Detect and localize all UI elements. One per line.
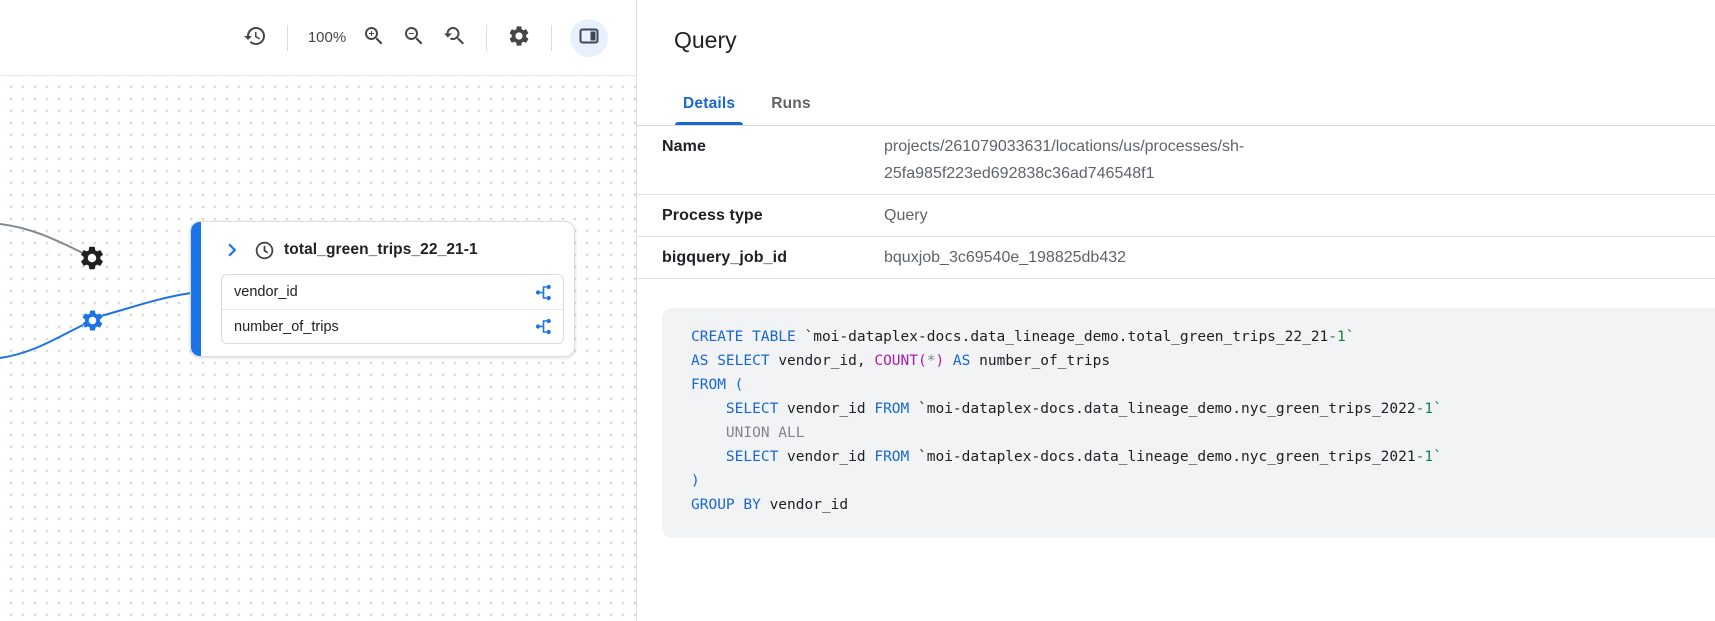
node-accent-bar bbox=[191, 222, 201, 356]
settings-button[interactable] bbox=[499, 18, 539, 58]
panel-title: Query bbox=[637, 0, 1715, 54]
tab-details[interactable]: Details bbox=[665, 82, 753, 125]
chevron-right-icon bbox=[219, 251, 245, 266]
zoom-out-icon bbox=[402, 24, 426, 51]
zoom-in-button[interactable] bbox=[354, 18, 394, 58]
field-label: vendor_id bbox=[234, 284, 298, 300]
zoom-level-label: 100% bbox=[300, 29, 354, 46]
gear-icon bbox=[80, 321, 105, 336]
detail-label: Process type bbox=[662, 202, 884, 229]
toolbar-divider bbox=[287, 25, 288, 51]
field-lineage-icon[interactable] bbox=[534, 283, 553, 302]
sql-code-line: FROM ( bbox=[691, 373, 1695, 397]
query-process-icon bbox=[254, 240, 275, 261]
sql-code-line: ) bbox=[691, 469, 1695, 493]
field-lineage-icon[interactable] bbox=[534, 317, 553, 336]
detail-row: Name projects/261079033631/locations/us/… bbox=[637, 126, 1715, 195]
zoom-reset-button[interactable] bbox=[434, 18, 474, 58]
edge-blue-out bbox=[101, 293, 191, 316]
detail-value: bquxjob_3c69540e_198825db432 bbox=[884, 244, 1126, 271]
process-gear-node-selected[interactable] bbox=[80, 308, 105, 333]
zoom-in-icon bbox=[362, 24, 386, 51]
gear-icon bbox=[507, 24, 531, 51]
detail-row: bigquery_job_id bquxjob_3c69540e_198825d… bbox=[637, 237, 1715, 279]
detail-label: bigquery_job_id bbox=[662, 244, 884, 271]
sql-code-line: AS SELECT vendor_id, COUNT(*) AS number_… bbox=[691, 349, 1695, 373]
sql-code-line: CREATE TABLE `moi-dataplex-docs.data_lin… bbox=[691, 325, 1695, 349]
edge-blue-in bbox=[0, 325, 83, 358]
toolbar-divider bbox=[551, 25, 552, 51]
zoom-out-button[interactable] bbox=[394, 18, 434, 58]
node-header: total_green_trips_22_21-1 bbox=[191, 222, 574, 274]
side-panel-icon bbox=[577, 24, 601, 51]
node-field-list: vendor_id number_of_trips bbox=[221, 274, 564, 344]
node-title: total_green_trips_22_21-1 bbox=[284, 241, 478, 259]
sql-code-line: GROUP BY vendor_id bbox=[691, 493, 1695, 517]
sql-code-block: CREATE TABLE `moi-dataplex-docs.data_lin… bbox=[662, 308, 1715, 538]
canvas-toolbar: 100% bbox=[0, 0, 636, 76]
details-table: Name projects/261079033631/locations/us/… bbox=[637, 126, 1715, 279]
side-panel-toggle-button[interactable] bbox=[570, 19, 608, 57]
sql-code-line: SELECT vendor_id FROM `moi-dataplex-docs… bbox=[691, 397, 1695, 421]
tab-runs[interactable]: Runs bbox=[753, 82, 829, 125]
lineage-canvas[interactable]: total_green_trips_22_21-1 vendor_id numb… bbox=[0, 76, 636, 621]
tab-bar: Details Runs bbox=[637, 82, 1715, 126]
details-panel: Query Details Runs Name projects/2610790… bbox=[636, 0, 1715, 621]
table-node[interactable]: total_green_trips_22_21-1 vendor_id numb… bbox=[190, 221, 575, 357]
toolbar-divider bbox=[486, 25, 487, 51]
edge-gray bbox=[0, 224, 85, 254]
app-root: 100% bbox=[0, 0, 1715, 621]
field-label: number_of_trips bbox=[234, 319, 339, 335]
process-gear-node[interactable] bbox=[78, 244, 106, 272]
detail-label: Name bbox=[662, 133, 884, 160]
sql-code-line: UNION ALL bbox=[691, 421, 1695, 445]
field-row[interactable]: vendor_id bbox=[222, 275, 563, 309]
gear-icon bbox=[78, 260, 106, 275]
sql-code-line: SELECT vendor_id FROM `moi-dataplex-docs… bbox=[691, 445, 1695, 469]
detail-row: Process type Query bbox=[637, 195, 1715, 237]
field-row[interactable]: number_of_trips bbox=[222, 309, 563, 343]
detail-value: projects/261079033631/locations/us/proce… bbox=[884, 133, 1374, 187]
detail-value: Query bbox=[884, 202, 928, 229]
history-icon bbox=[243, 24, 267, 51]
zoom-reset-icon bbox=[442, 24, 466, 51]
node-expand-button[interactable] bbox=[219, 237, 245, 263]
history-button[interactable] bbox=[235, 18, 275, 58]
lineage-canvas-pane: 100% bbox=[0, 0, 636, 621]
